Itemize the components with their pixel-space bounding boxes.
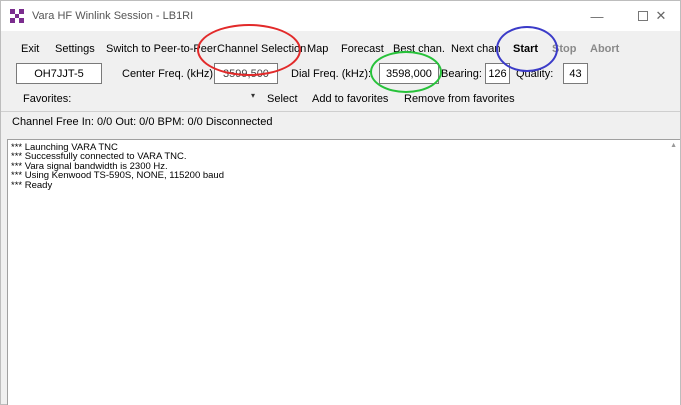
status-bar: Channel Free In: 0/0 Out: 0/0 BPM: 0/0 D… xyxy=(1,111,680,131)
remove-from-favorites-button[interactable]: Remove from favorites xyxy=(404,93,515,105)
menu-abort[interactable]: Abort xyxy=(590,43,619,55)
menu-channel-selection[interactable]: Channel Selection xyxy=(217,43,306,55)
close-icon: ✕ xyxy=(655,8,667,23)
minimize-icon: — xyxy=(590,8,604,24)
callsign-field[interactable]: OH7JJT-5 xyxy=(16,63,102,84)
menu-next-channel[interactable]: Next chan xyxy=(451,43,501,55)
menu-stop[interactable]: Stop xyxy=(552,43,576,55)
app-window: Vara HF Winlink Session - LB1RI — ✕ Exit… xyxy=(0,0,681,405)
title-bar[interactable]: Vara HF Winlink Session - LB1RI — ✕ xyxy=(1,1,680,31)
dial-freq-field[interactable]: 3598,000 xyxy=(379,63,439,84)
bearing-label: Bearing: xyxy=(441,68,482,80)
menu-switch-peer-to-peer[interactable]: Switch to Peer-to-Peer xyxy=(106,43,217,55)
frequency-row: OH7JJT-5 Center Freq. (kHz): 3599,500 Di… xyxy=(1,61,680,87)
app-icon xyxy=(10,9,24,23)
close-button[interactable]: ✕ xyxy=(641,1,681,31)
select-favorite-button[interactable]: Select xyxy=(267,93,298,105)
quality-label: Quality: xyxy=(516,68,554,80)
center-freq-field[interactable]: 3599,500 xyxy=(214,63,278,84)
dial-freq-label: Dial Freq. (kHz): xyxy=(291,68,372,80)
menu-settings[interactable]: Settings xyxy=(55,43,95,55)
center-freq-label: Center Freq. (kHz): xyxy=(122,68,217,80)
scroll-up-icon[interactable]: ▲ xyxy=(670,142,677,149)
window-title: Vara HF Winlink Session - LB1RI xyxy=(32,10,194,22)
add-to-favorites-button[interactable]: Add to favorites xyxy=(312,93,388,105)
menu-exit[interactable]: Exit xyxy=(21,43,39,55)
menu-bar: Exit Settings Switch to Peer-to-Peer Cha… xyxy=(1,39,680,59)
chevron-down-icon: ▾ xyxy=(250,91,255,100)
log-lines: *** Launching VARA TNC *** Successfully … xyxy=(8,143,224,191)
menu-start[interactable]: Start xyxy=(513,43,538,55)
minimize-button[interactable]: — xyxy=(574,1,620,31)
bearing-field[interactable]: 126 xyxy=(485,63,510,84)
favorites-dropdown[interactable]: ▾ xyxy=(77,90,259,108)
favorites-row: Favorites: ▾ Select Add to favorites Rem… xyxy=(1,90,680,108)
connection-status: Channel Free In: 0/0 Out: 0/0 BPM: 0/0 D… xyxy=(12,116,273,128)
session-log[interactable]: *** Launching VARA TNC *** Successfully … xyxy=(7,139,680,405)
menu-map[interactable]: Map xyxy=(307,43,328,55)
quality-field[interactable]: 43 xyxy=(563,63,588,84)
menu-forecast[interactable]: Forecast xyxy=(341,43,384,55)
menu-best-channel[interactable]: Best chan. xyxy=(393,43,445,55)
favorites-label: Favorites: xyxy=(23,93,72,105)
log-line: *** Ready xyxy=(11,179,53,191)
